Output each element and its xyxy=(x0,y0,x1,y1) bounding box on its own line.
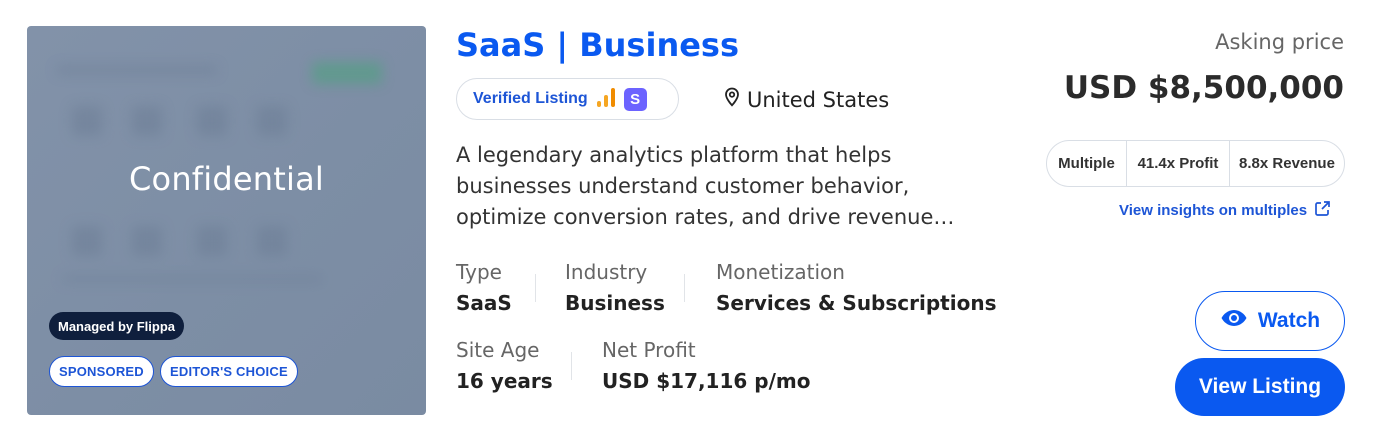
stat-divider xyxy=(571,352,572,380)
listing-description: A legendary analytics platform that help… xyxy=(456,140,956,233)
stat-divider xyxy=(535,274,536,302)
location-text: United States xyxy=(747,87,890,112)
profit-multiple: 41.4x Profit xyxy=(1126,141,1229,186)
verified-listing-label: Verified Listing xyxy=(473,90,588,107)
managed-by-flippa-badge: Managed by Flippa xyxy=(49,312,185,340)
view-insights-link[interactable]: View insights on multiples xyxy=(1119,200,1331,221)
description-line: optimize conversion rates, and drive rev… xyxy=(456,205,955,229)
view-listing-button[interactable]: View Listing xyxy=(1175,358,1345,416)
eye-icon xyxy=(1220,308,1248,334)
stat-label: Type xyxy=(456,260,502,284)
stat-value: USD $17,116 p/mo xyxy=(602,369,811,393)
confidential-overlay-text: Confidential xyxy=(129,160,324,198)
multiples-summary: Multiple 41.4x Profit 8.8x Revenue xyxy=(1046,140,1345,187)
description-line: businesses understand customer behavior, xyxy=(456,174,910,198)
analytics-bars-icon xyxy=(596,86,616,113)
stat-value: SaaS xyxy=(456,291,512,315)
stripe-icon: S xyxy=(623,87,647,111)
multiples-heading: Multiple xyxy=(1058,155,1115,172)
view-insights-label: View insights on multiples xyxy=(1119,202,1308,219)
stat-label: Industry xyxy=(565,260,648,284)
location-pin-icon xyxy=(724,87,740,112)
listing-thumbnail[interactable]: Confidential Managed by Flippa SPONSORED… xyxy=(27,26,426,415)
asking-price-value: USD $8,500,000 xyxy=(1063,70,1344,106)
stat-net-profit: Net Profit USD $17,116 p/mo xyxy=(602,338,810,393)
stat-value: Business xyxy=(565,291,665,315)
stat-label: Site Age xyxy=(456,338,540,362)
stat-divider xyxy=(684,274,685,302)
stat-label: Monetization xyxy=(716,260,845,284)
watch-label: Watch xyxy=(1257,309,1321,332)
listing-title[interactable]: SaaS | Business xyxy=(456,26,739,64)
stat-industry: Industry Business xyxy=(565,260,665,315)
stat-value: Services & Subscriptions xyxy=(716,291,997,315)
stat-type: Type SaaS xyxy=(456,260,512,315)
verified-listing-badge[interactable]: Verified Listing S xyxy=(456,78,679,120)
external-link-icon xyxy=(1314,200,1331,221)
listing-location: United States xyxy=(724,87,889,112)
stat-value: 16 years xyxy=(456,369,553,393)
stat-label: Net Profit xyxy=(602,338,696,362)
revenue-multiple: 8.8x Revenue xyxy=(1229,141,1344,186)
description-line: A legendary analytics platform that help… xyxy=(456,143,892,167)
watch-button[interactable]: Watch xyxy=(1195,291,1345,351)
stat-site-age: Site Age 16 years xyxy=(456,338,553,393)
stat-monetization: Monetization Services & Subscriptions xyxy=(716,260,996,315)
sponsored-tag: SPONSORED xyxy=(49,356,154,387)
asking-price-label: Asking price xyxy=(1215,30,1344,54)
editors-choice-tag: EDITOR'S CHOICE xyxy=(160,356,298,387)
